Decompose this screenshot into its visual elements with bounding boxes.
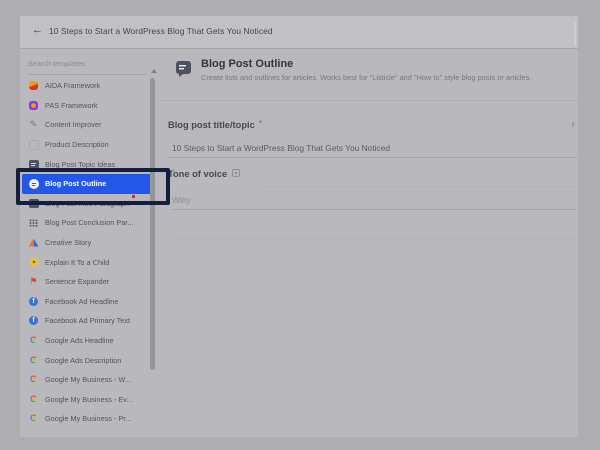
window-scrollbar[interactable] bbox=[574, 22, 576, 46]
back-arrow-icon[interactable]: ← bbox=[32, 24, 43, 36]
tone-of-voice-input[interactable]: Witty bbox=[172, 195, 191, 205]
template-description: Create lists and outlines for articles. … bbox=[201, 73, 531, 82]
cursor-mark bbox=[132, 195, 135, 198]
sidebar-item-aida-framework[interactable]: AIDA Framework bbox=[20, 76, 158, 96]
grid-icon bbox=[28, 217, 39, 228]
google-icon: G bbox=[28, 413, 39, 424]
sidebar-item-label: Explain It To a Child bbox=[45, 258, 109, 267]
sidebar-item-label: Blog Post Conclusion Par... bbox=[45, 218, 133, 227]
sidebar-item-google-my-business-ev[interactable]: G Google My Business - Ev... bbox=[20, 390, 158, 410]
chat-bubble-icon bbox=[176, 61, 191, 74]
annotation-highlight-box bbox=[16, 168, 170, 205]
sidebar-item-google-ads-description[interactable]: G Google Ads Description bbox=[20, 350, 158, 370]
blog-post-title-input[interactable]: 10 Steps to Start a WordPress Blog That … bbox=[172, 143, 390, 153]
tone-input-underline bbox=[172, 209, 576, 210]
sidebar-item-label: Content Improver bbox=[45, 120, 101, 129]
template-title: Blog Post Outline bbox=[201, 58, 531, 70]
tone-of-voice-label: Tone of voice bbox=[168, 169, 240, 179]
sidebar-item-label: Facebook Ad Headline bbox=[45, 297, 118, 306]
sidebar-item-google-my-business-pr[interactable]: G Google My Business - Pr... bbox=[20, 409, 158, 429]
sidebar-item-facebook-ad-primary-text[interactable]: f Facebook Ad Primary Text bbox=[20, 311, 158, 331]
tri-icon bbox=[28, 237, 39, 248]
sidebar-item-blog-post-conclusion-par[interactable]: Blog Post Conclusion Par... bbox=[20, 213, 158, 233]
sidebar-item-label: Google My Business - Pr... bbox=[45, 414, 131, 423]
facebook-icon: f bbox=[28, 296, 39, 307]
sidebar-scrollbar[interactable] bbox=[150, 78, 155, 370]
google-icon: G bbox=[28, 335, 39, 346]
info-icon[interactable] bbox=[232, 169, 240, 177]
screenshot-stage: ← 10 Steps to Start a WordPress Blog Tha… bbox=[0, 0, 600, 450]
sidebar-item-label: Google My Business - Ev... bbox=[45, 395, 132, 404]
google-icon: G bbox=[28, 374, 39, 385]
template-list: AIDA Framework PAS Framework ✎ Content Impr… bbox=[20, 76, 158, 429]
sidebar-item-product-description[interactable]: Product Description bbox=[20, 135, 158, 155]
scroll-up-icon[interactable] bbox=[151, 69, 157, 73]
sidebar-item-label: Product Description bbox=[45, 140, 109, 149]
sidebar-item-creative-story[interactable]: Creative Story bbox=[20, 233, 158, 253]
document-title: 10 Steps to Start a WordPress Blog That … bbox=[49, 26, 273, 36]
google-icon: G bbox=[28, 355, 39, 366]
template-header: Blog Post Outline Create lists and outli… bbox=[176, 58, 531, 82]
sidebar-item-facebook-ad-headline[interactable]: f Facebook Ad Headline bbox=[20, 292, 158, 312]
char-counter-mark bbox=[572, 122, 574, 127]
sidebar-item-label: Sentence Expander bbox=[45, 277, 109, 286]
tone-field-line bbox=[262, 186, 576, 187]
title-input-underline bbox=[168, 157, 577, 158]
sidebar-item-label: Creative Story bbox=[45, 238, 91, 247]
aida-icon bbox=[28, 80, 39, 91]
google-icon: G bbox=[28, 394, 39, 405]
sidebar-item-label: Facebook Ad Primary Text bbox=[45, 316, 130, 325]
sidebar-item-label: AIDA Framework bbox=[45, 81, 100, 90]
pas-icon bbox=[28, 100, 39, 111]
blog-post-title-label: Blog post title/topic* bbox=[168, 119, 262, 130]
flag-icon: ⚑ bbox=[28, 276, 39, 287]
search-placeholder: Search templates bbox=[28, 56, 146, 68]
section-divider bbox=[176, 238, 576, 239]
facebook-icon: f bbox=[28, 315, 39, 326]
pencil-icon: ✎ bbox=[28, 119, 39, 130]
sidebar-item-explain-it-to-a-child[interactable]: Explain It To a Child bbox=[20, 252, 158, 272]
sidebar-item-google-my-business-w[interactable]: G Google My Business - W... bbox=[20, 370, 158, 390]
top-bar: ← 10 Steps to Start a WordPress Blog Tha… bbox=[20, 16, 578, 49]
required-asterisk: * bbox=[259, 119, 262, 128]
search-input[interactable]: Search templates bbox=[28, 56, 146, 75]
sidebar-item-sentence-expander[interactable]: ⚑ Sentence Expander bbox=[20, 272, 158, 292]
sidebar-item-label: Google Ads Headline bbox=[45, 336, 114, 345]
sidebar-item-google-ads-headline[interactable]: G Google Ads Headline bbox=[20, 331, 158, 351]
app-window: ← 10 Steps to Start a WordPress Blog Tha… bbox=[20, 16, 578, 437]
sidebar-item-content-improver[interactable]: ✎ Content Improver bbox=[20, 115, 158, 135]
sidebar-item-label: PAS Framework bbox=[45, 101, 98, 110]
child-icon bbox=[28, 257, 39, 268]
product-icon bbox=[28, 139, 39, 150]
sidebar-item-label: Google My Business - W... bbox=[45, 375, 131, 384]
sidebar-item-pas-framework[interactable]: PAS Framework bbox=[20, 96, 158, 116]
header-divider bbox=[160, 100, 578, 101]
sidebar-item-label: Google Ads Description bbox=[45, 356, 121, 365]
